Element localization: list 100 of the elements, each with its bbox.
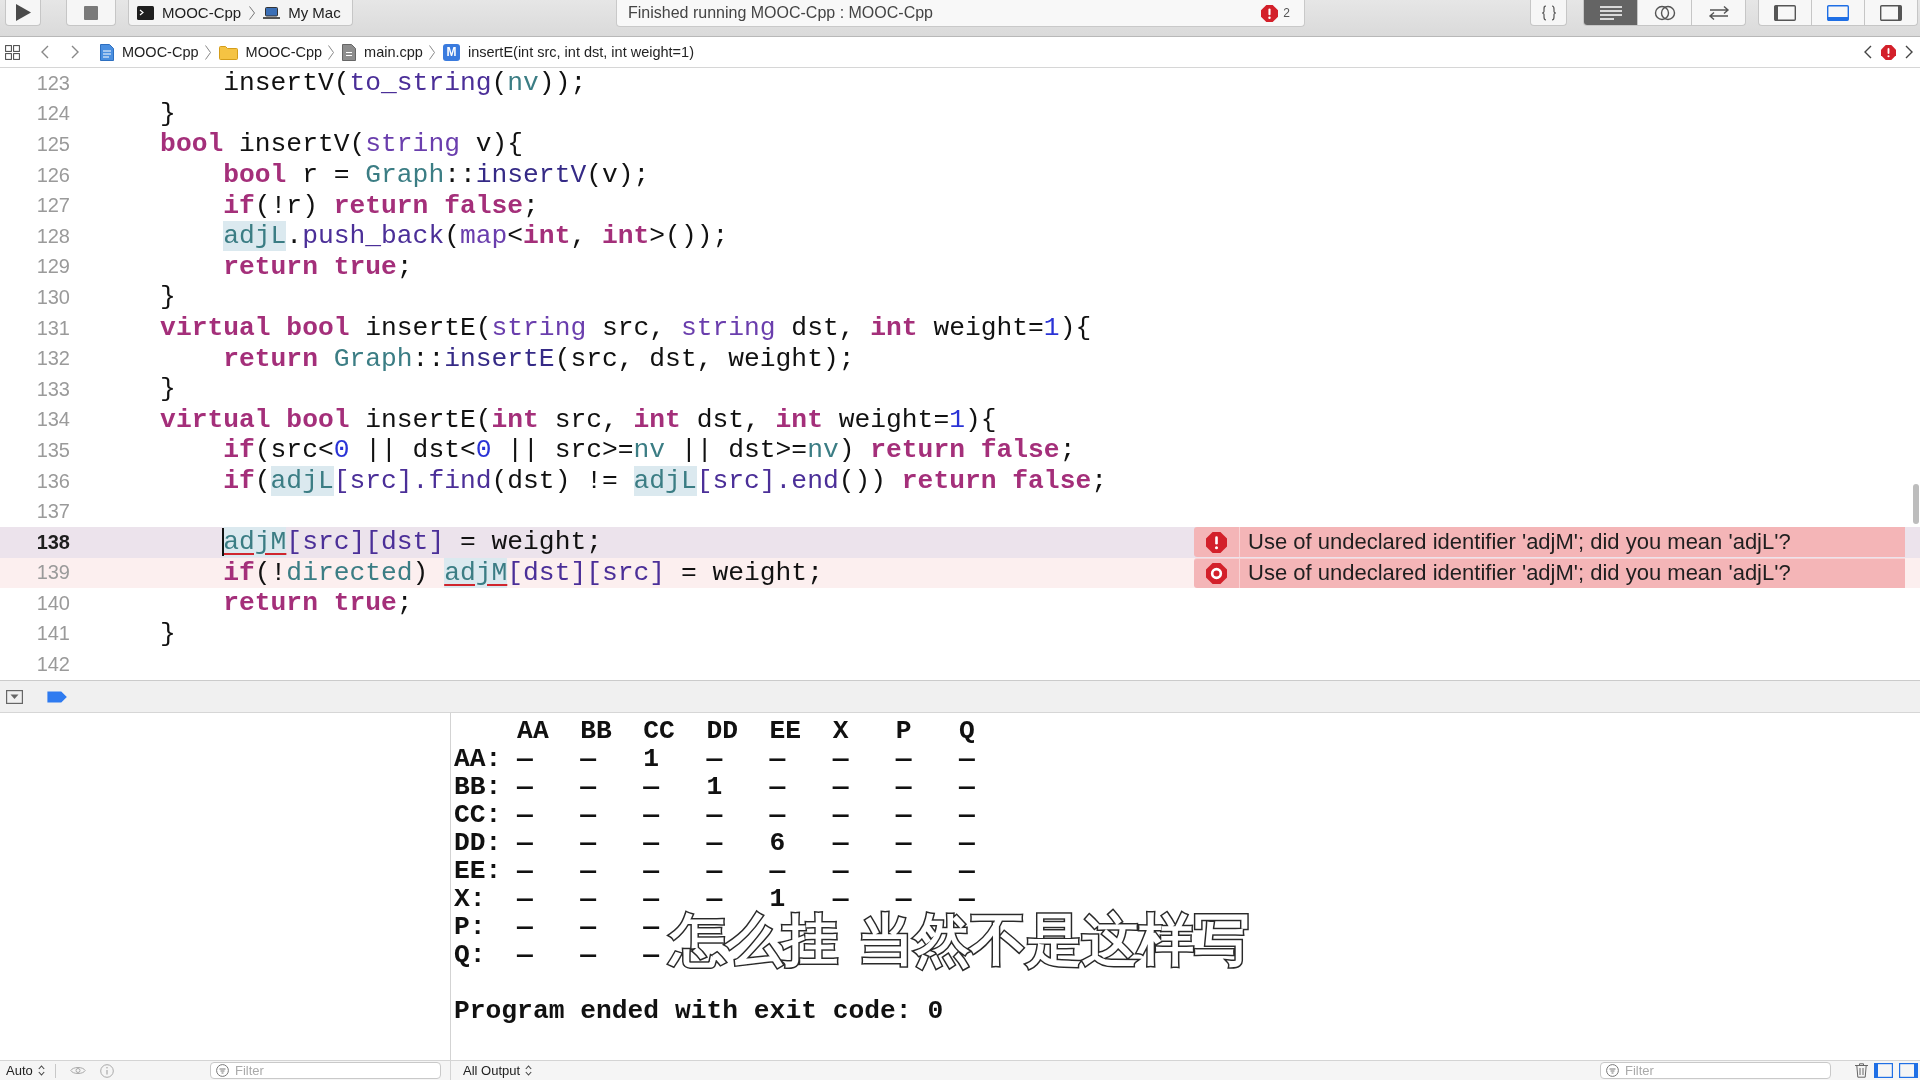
column-header: P (895, 717, 912, 745)
chevron-left-icon (41, 45, 49, 59)
issue-message: Use of undeclared identifier 'adjM'; did you mean 'adjL'? (1248, 560, 1791, 587)
updown-chevron-icon (525, 1065, 533, 1076)
row-label: Q: (454, 941, 486, 969)
code-line: return true; (223, 588, 413, 619)
jump-bar-item[interactable]: MOOC-Cpp (218, 41, 323, 63)
table-cell: — (517, 801, 533, 829)
table-cell: — (517, 773, 533, 801)
line-number: 134 (35, 408, 70, 432)
table-cell: — (706, 829, 723, 857)
console-view-toggle[interactable] (1899, 1061, 1918, 1080)
table-cell: — (769, 773, 786, 801)
table-cell: — (706, 745, 723, 773)
output-scope-button[interactable]: All Output (463, 1061, 533, 1080)
code-line: if(!directed) adjM[dst][src] = weight; (223, 557, 823, 588)
table-cell: — (643, 773, 660, 801)
code-line: virtual bool insertE(int src, int dst, int weight=1){ (160, 404, 997, 435)
line-number: 137 (35, 500, 70, 524)
line-number: 141 (35, 622, 70, 646)
error-icon[interactable] (1881, 44, 1896, 60)
table-cell: — (958, 885, 975, 913)
row-label: P: (454, 913, 486, 941)
code-line: if(adjL[src].find(dst) != adjL[src].end()) return false; (223, 466, 1107, 496)
code-line: } (160, 374, 176, 405)
play-icon (15, 4, 31, 21)
document-icon (100, 43, 114, 61)
table-cell: 6 (769, 829, 786, 857)
line-number: 132 (35, 347, 70, 371)
standard-editor-button[interactable] (1584, 0, 1637, 25)
row-label: BB: (454, 773, 502, 801)
panel-right-icon (1899, 1063, 1918, 1078)
line-number: 123 (35, 71, 70, 95)
table-cell: — (958, 745, 975, 773)
row-label: AA: (454, 745, 502, 773)
column-header: AA (517, 717, 549, 745)
chevron-icon (428, 44, 435, 60)
console-filter-field[interactable]: Filter (1600, 1062, 1831, 1079)
destination-button[interactable]: My Mac (263, 1, 341, 24)
variables-scope-button[interactable]: Auto (6, 1061, 45, 1080)
eye-icon (69, 1065, 86, 1076)
table-cell: — (832, 745, 849, 773)
run-button[interactable] (5, 0, 41, 26)
code-line: return true; (223, 251, 413, 282)
panel-left-icon (1874, 1063, 1893, 1078)
column-header: X (832, 717, 849, 745)
trash-icon (1855, 1063, 1868, 1078)
arrows-icon (1707, 5, 1730, 20)
row-label: CC: (454, 801, 502, 829)
table-cell: — (832, 801, 849, 829)
braces-icon (1540, 4, 1557, 21)
stop-button[interactable] (66, 0, 116, 26)
table-cell: — (832, 885, 849, 913)
code-line: } (160, 98, 176, 129)
table-cell: — (643, 913, 660, 941)
table-cell: — (517, 829, 533, 857)
table-cell: 1 (706, 773, 723, 801)
table-cell: — (580, 829, 596, 857)
code-line: adjL.push_back(map<int, int>()); (223, 221, 729, 252)
line-number: 127 (35, 194, 70, 218)
code-line: return Graph::insertE(src, dst, weight); (223, 343, 855, 374)
table-cell: — (895, 885, 912, 913)
table-cell: — (517, 941, 533, 969)
line-number: 129 (35, 255, 70, 279)
line-number: 142 (35, 653, 70, 677)
scheme-button[interactable]: MOOC-Cpp (137, 1, 242, 24)
jump-bar-item[interactable]: main.cpp (342, 41, 423, 63)
sidebar-left-icon (1774, 4, 1796, 21)
info-icon (99, 1063, 114, 1078)
jump-bar-item[interactable]: MOOC-Cpp (100, 41, 199, 63)
exit-message: Program ended with exit code: 0 (454, 996, 944, 1026)
table-cell: — (832, 773, 849, 801)
table-cell: — (643, 801, 660, 829)
line-number: 133 (35, 377, 70, 401)
line-number: 140 (35, 591, 70, 615)
table-cell: 1 (643, 745, 660, 773)
updown-chevron-icon (37, 1065, 45, 1076)
column-header: CC (643, 717, 675, 745)
table-cell: — (706, 801, 723, 829)
variables-filter-field[interactable]: Filter (210, 1062, 441, 1079)
error-icon (1206, 531, 1227, 553)
table-cell: — (580, 773, 596, 801)
jump-bar-item[interactable]: M insertE(int src, int dst, int weight=1) (442, 41, 694, 63)
code-line: if(!r) return false; (223, 190, 539, 221)
column-header: Q (958, 717, 975, 745)
variables-view-toggle[interactable] (1874, 1061, 1893, 1080)
row-label: X: (454, 885, 486, 913)
scrollbar-thumb[interactable] (1913, 484, 1919, 524)
code-snippet-button[interactable] (1530, 0, 1567, 26)
line-number: 124 (35, 102, 70, 126)
code-line: } (160, 282, 176, 313)
table-cell: — (706, 885, 723, 913)
table-cell: — (643, 941, 660, 969)
line-number: 125 (35, 133, 70, 156)
table-cell: — (517, 885, 533, 913)
status-text: Finished running MOOC-Cpp : MOOC-Cpp (628, 4, 933, 22)
column-header: DD (706, 717, 738, 745)
clear-console-button[interactable] (1855, 1061, 1868, 1080)
chevron-right-icon (71, 45, 79, 59)
error-icon[interactable] (1261, 4, 1279, 22)
